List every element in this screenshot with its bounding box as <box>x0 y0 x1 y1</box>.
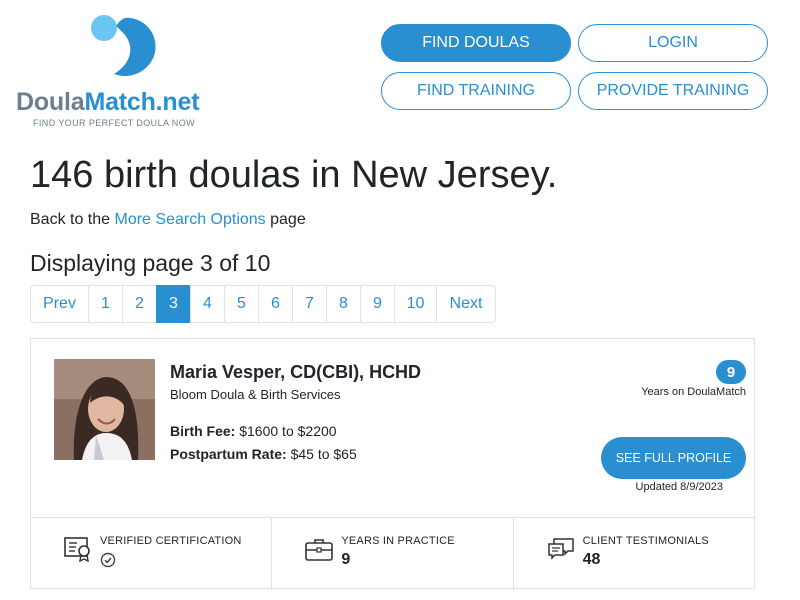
doula-name[interactable]: Maria Vesper, CD(CBI), HCHD <box>170 362 421 383</box>
pagination-page-6[interactable]: 6 <box>258 285 293 323</box>
pagination-prev[interactable]: Prev <box>30 285 89 323</box>
birth-fee: Birth Fee: $1600 to $2200 <box>170 423 337 439</box>
pagination-page-10[interactable]: 10 <box>394 285 437 323</box>
doula-profile-card: Maria Vesper, CD(CBI), HCHD Bloom Doula … <box>30 338 755 590</box>
stat-verified-label: VERIFIED CERTIFICATION <box>100 535 242 547</box>
speech-bubbles-icon <box>547 538 574 560</box>
site-logo[interactable]: DoulaMatch.net FIND YOUR PERFECT DOULA N… <box>16 10 226 132</box>
provide-training-button[interactable]: PROVIDE TRAINING <box>578 72 768 110</box>
pagination-page-8[interactable]: 8 <box>326 285 361 323</box>
back-suffix: page <box>265 211 306 228</box>
briefcase-icon <box>305 539 334 561</box>
page-title: 146 birth doulas in New Jersey. <box>30 154 558 196</box>
pagination-page-1[interactable]: 1 <box>88 285 123 323</box>
logo-tagline: FIND YOUR PERFECT DOULA NOW <box>33 118 195 128</box>
displaying-page-heading: Displaying page 3 of 10 <box>30 250 271 276</box>
postpartum-rate-value: $45 to $65 <box>290 446 357 462</box>
stat-years-in-practice: YEARS IN PRACTICE 9 <box>271 518 512 590</box>
pagination-page-4[interactable]: 4 <box>190 285 225 323</box>
check-circle-icon <box>100 552 116 568</box>
find-training-button[interactable]: FIND TRAINING <box>381 72 571 110</box>
pagination: Prev 1 2 3 4 5 6 7 8 9 10 Next <box>30 285 496 323</box>
stat-years-value: 9 <box>341 551 351 568</box>
years-on-site-badge: 9 <box>716 360 746 384</box>
back-prefix: Back to the <box>30 211 115 228</box>
logo-wordmark: DoulaMatch.net <box>16 88 200 117</box>
birth-fee-value: $1600 to $2200 <box>239 423 337 439</box>
stat-years-label: YEARS IN PRACTICE <box>341 535 455 547</box>
profile-stats: VERIFIED CERTIFICATION YEARS IN PRACTICE… <box>31 517 754 590</box>
logo-word-match: Match.net <box>84 88 200 116</box>
see-full-profile-button[interactable]: SEE FULL PROFILE <box>601 437 746 479</box>
doula-portrait-image <box>54 359 155 460</box>
updated-date: Updated 8/9/2023 <box>635 481 723 493</box>
certificate-icon <box>64 537 90 562</box>
pagination-page-3-current[interactable]: 3 <box>156 285 191 323</box>
birth-fee-label: Birth Fee: <box>170 423 236 439</box>
stat-testimonials-label: CLIENT TESTIMONIALS <box>582 535 709 547</box>
stat-client-testimonials: CLIENT TESTIMONIALS 48 <box>512 518 754 590</box>
stat-testimonials-value: 48 <box>582 551 601 568</box>
postpartum-rate: Postpartum Rate: $45 to $65 <box>170 446 357 462</box>
stat-verified-certification: VERIFIED CERTIFICATION <box>31 518 271 590</box>
pagination-page-7[interactable]: 7 <box>292 285 327 323</box>
postpartum-rate-label: Postpartum Rate: <box>170 446 287 462</box>
pagination-page-2[interactable]: 2 <box>122 285 157 323</box>
pagination-page-9[interactable]: 9 <box>360 285 395 323</box>
find-doulas-button[interactable]: FIND DOULAS <box>381 24 571 62</box>
years-on-site-caption: Years on DoulaMatch <box>641 386 746 398</box>
more-search-options-link[interactable]: More Search Options <box>115 211 266 228</box>
doula-photo[interactable] <box>54 359 155 460</box>
logo-word-doula: Doula <box>16 88 85 116</box>
pagination-next[interactable]: Next <box>436 285 496 323</box>
login-button[interactable]: LOGIN <box>578 24 768 62</box>
pagination-page-5[interactable]: 5 <box>224 285 259 323</box>
doula-business: Bloom Doula & Birth Services <box>170 387 341 402</box>
back-line: Back to the More Search Options page <box>30 211 306 229</box>
logo-drop-icon <box>91 15 156 76</box>
